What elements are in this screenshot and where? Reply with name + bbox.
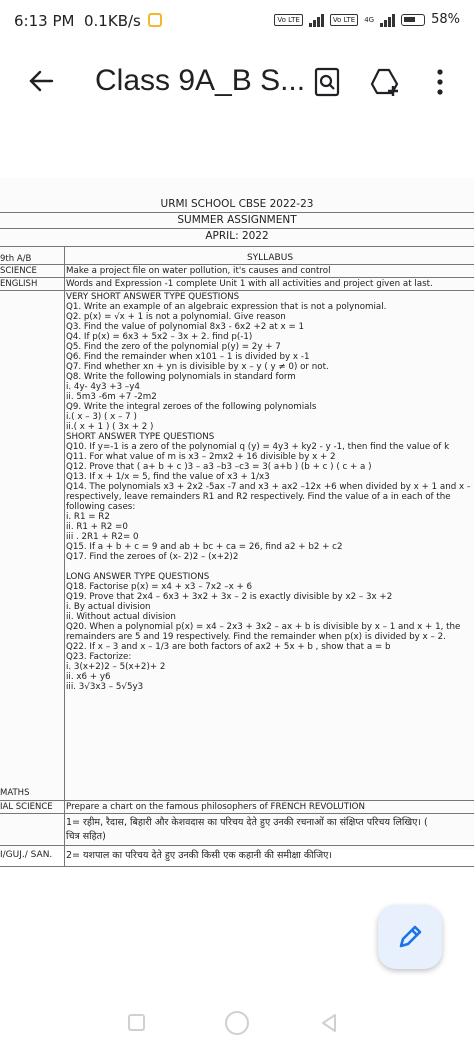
- maths-line: ii.( x + 1 ) ( 3x + 2 ): [66, 422, 154, 432]
- maths-line: iii . 2R1 + R2= 0: [66, 532, 139, 542]
- network-type: 4G: [364, 15, 375, 24]
- maths-line: Q13. If x + 1/x = 5, find the value of x…: [66, 472, 270, 482]
- status-bar: 6:13 PM 0.1KB/s Vo LTE Vo LTE 4G 58%: [0, 0, 474, 44]
- status-time: 6:13 PM 0.1KB/s: [14, 12, 141, 30]
- edit-fab[interactable]: [378, 905, 442, 969]
- maths-line: remainders are 5 and 19 respectively. Fi…: [66, 632, 446, 642]
- battery-icon: [401, 13, 426, 26]
- hindi-task-1-cont: चित्र सहित): [66, 831, 106, 842]
- maths-line: Q23. Factorize:: [66, 652, 132, 662]
- volte-icon-2: Vo LTE: [329, 13, 359, 26]
- maths-line: i. R1 = R2: [66, 512, 110, 522]
- maths-line: VERY SHORT ANSWER TYPE QUESTIONS: [66, 292, 240, 302]
- maths-line: ii. x6 + y6: [66, 672, 111, 682]
- add-to-drive-icon[interactable]: [369, 66, 401, 98]
- subject-hindi: I/GUJ./ SAN.: [0, 850, 53, 860]
- syllabus-label: SYLLABUS: [246, 253, 294, 263]
- maths-line: Q3. Find the value of polynomial 8x3 - 6…: [66, 322, 305, 332]
- volte-icon: Vo LTE: [274, 13, 303, 26]
- document-page[interactable]: URMI SCHOOL CBSE 2022-23 SUMMER ASSIGNME…: [0, 178, 474, 850]
- maths-line: Q11. For what value of m is x3 – 2mx2 + …: [66, 452, 336, 462]
- hindi-task-2: 2= यशपाल का परिचय देते हुए उनकी किसी एक …: [66, 850, 332, 861]
- recents-square-icon[interactable]: [128, 1014, 145, 1031]
- maths-line: Q5. Find the zero of the polynomial p(y)…: [66, 342, 281, 352]
- notification-icon: [148, 13, 162, 27]
- maths-line: LONG ANSWER TYPE QUESTIONS: [66, 572, 210, 582]
- school-name: URMI SCHOOL CBSE 2022-23: [160, 198, 314, 210]
- maths-line: Q15. If a + b + c = 9 and ab + bc + ca =…: [66, 542, 343, 552]
- maths-line: Q1. Write an example of an algebraic exp…: [66, 302, 387, 312]
- maths-line: Q22. If x – 3 and x – 1/3 are both facto…: [66, 642, 391, 652]
- maths-line: Q8. Write the following polynomials in s…: [66, 372, 296, 382]
- maths-line: Q20. When a polynomial p(x) = x4 – 2x3 +…: [66, 622, 461, 632]
- maths-questions: VERY SHORT ANSWER TYPE QUESTIONS Q1. Writ…: [66, 292, 470, 692]
- maths-line: i.( x – 3) ( x – 7 ): [66, 412, 137, 422]
- search-in-document-icon[interactable]: [311, 66, 343, 98]
- maths-line: [66, 562, 470, 572]
- subject-science: SCIENCE: [0, 266, 37, 276]
- home-circle-icon[interactable]: [225, 1011, 249, 1035]
- maths-line: iii. 3√3x3 – 5√5y3: [66, 682, 144, 692]
- maths-line: Q6. Find the remainder when x101 – 1 is …: [66, 352, 310, 362]
- maths-line: i. 3(x+2)2 – 5(x+2)+ 2: [66, 662, 166, 672]
- maths-line: Q9. Write the integral zeroes of the fol…: [66, 402, 317, 412]
- assignment-month: APRIL: 2022: [205, 230, 269, 242]
- subject-maths: MATHS: [0, 788, 30, 798]
- signal-icon-2: [380, 13, 396, 27]
- battery-level: 58%: [431, 12, 460, 27]
- maths-line: i. By actual division: [66, 602, 151, 612]
- back-triangle-icon[interactable]: [318, 1012, 340, 1034]
- document-title: Class 9A_B S...: [95, 64, 306, 97]
- subject-english: ENGLISH: [0, 279, 38, 289]
- maths-line: Q19. Prove that 2x4 – 6x3 + 3x2 + 3x – 2…: [66, 592, 393, 602]
- maths-line: SHORT ANSWER TYPE QUESTIONS: [66, 432, 215, 442]
- hindi-task-1: 1= रहीम, रैदास, बिहारी और केशवदास का परि…: [66, 817, 428, 828]
- maths-line: ii. 5m3 -6m +7 -2m2: [66, 392, 157, 402]
- maths-line: ii. R1 + R2 =0: [66, 522, 128, 532]
- maths-line: Q7. Find whether xn + yn is divisible by…: [66, 362, 329, 372]
- class-label: 9th A/B: [0, 254, 32, 264]
- maths-line: i. 4y- 4y3 +3 –y4: [66, 382, 140, 392]
- maths-line: Q12. Prove that ( a+ b + c )3 – a3 –b3 –…: [66, 462, 372, 472]
- maths-line: Q2. p(x) = √x + 1 is not a polynomial. G…: [66, 312, 286, 322]
- maths-line: following cases:: [66, 502, 136, 512]
- status-indicators: Vo LTE Vo LTE 4G 58%: [274, 12, 460, 27]
- maths-line: Q4. If p(x) = 6x3 + 5x2 – 3x + 2. find p…: [66, 332, 253, 342]
- subject-social-science: IAL SCIENCE: [0, 802, 53, 812]
- system-nav-bar: [0, 1000, 474, 1053]
- assignment-title: SUMMER ASSIGNMENT: [177, 214, 297, 226]
- signal-icon: [308, 13, 324, 27]
- social-task: Prepare a chart on the famous philosophe…: [66, 802, 365, 812]
- maths-line: Q18. Factorise p(x) = x4 + x3 – 7x2 –x +…: [66, 582, 253, 592]
- app-bar: Class 9A_B S...: [0, 44, 474, 122]
- english-task: Words and Expression -1 complete Unit 1 …: [66, 279, 433, 289]
- maths-line: Q17. Find the zeroes of (x- 2)2 – (x+2)2: [66, 552, 239, 562]
- maths-line: Q10. If y=-1 is a zero of the polynomial…: [66, 442, 450, 452]
- edit-pencil-icon: [394, 921, 426, 958]
- maths-line: ii. Without actual division: [66, 612, 176, 622]
- maths-line: Q14. The polynomials x3 + 2x2 -5ax -7 an…: [66, 482, 470, 492]
- maths-line: respectively, leave remainders R1 and R2…: [66, 492, 451, 502]
- science-task: Make a project file on water pollution, …: [66, 266, 331, 276]
- more-vert-icon[interactable]: [424, 66, 456, 98]
- back-arrow-icon[interactable]: [26, 66, 56, 102]
